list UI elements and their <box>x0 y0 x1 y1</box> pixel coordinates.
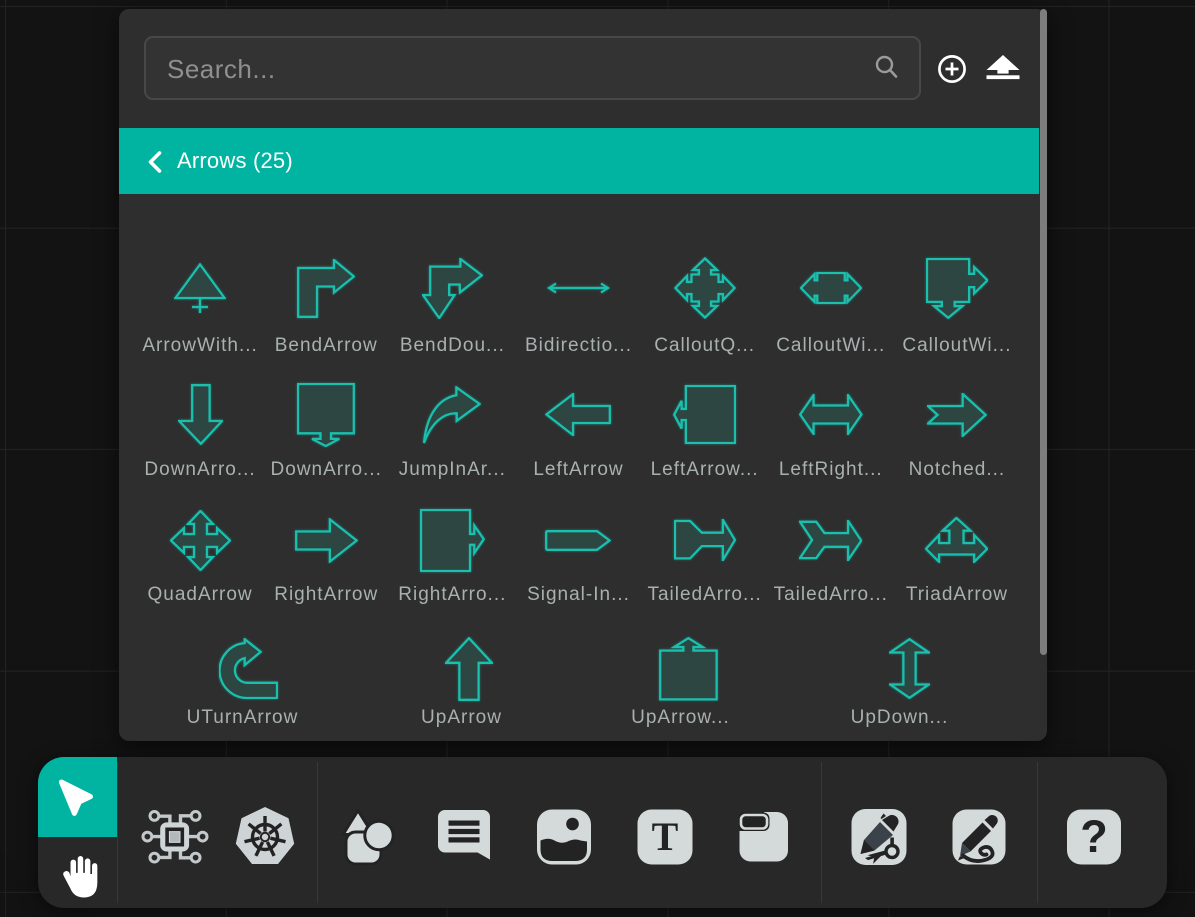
svg-text:T: T <box>651 814 678 859</box>
svg-text:?: ? <box>1081 811 1109 862</box>
